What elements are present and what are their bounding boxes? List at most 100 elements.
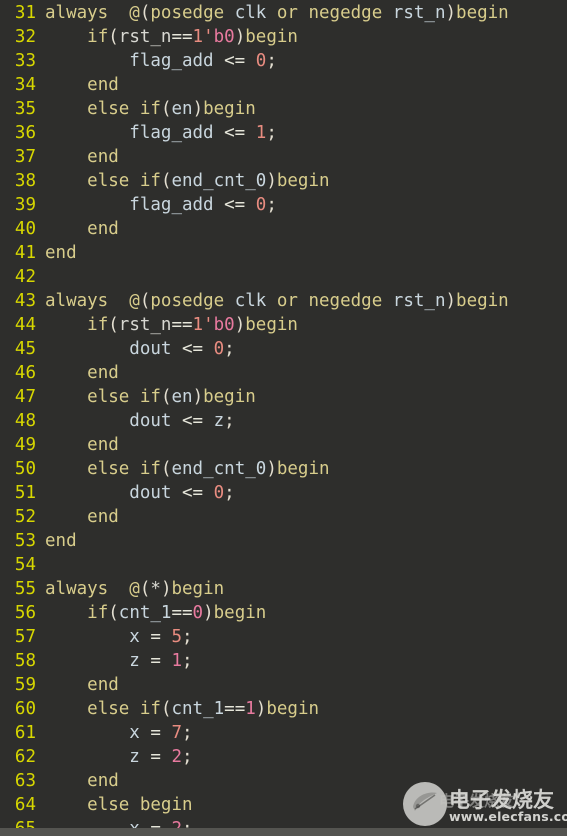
code-line[interactable]: 38 else if(end_cnt_0)begin — [0, 169, 567, 193]
code-line[interactable]: 53 end — [0, 529, 567, 553]
line-content[interactable]: if(cnt_1==0)begin — [36, 601, 266, 625]
code-token: ; — [224, 339, 235, 359]
code-line[interactable]: 48 dout <= z; — [0, 409, 567, 433]
code-token: end — [87, 75, 119, 95]
code-token: 1' — [192, 315, 214, 335]
code-token: ; — [224, 483, 235, 503]
code-token: 2 — [171, 747, 183, 767]
line-number: 50 — [14, 459, 36, 479]
code-line[interactable]: 52 end — [0, 505, 567, 529]
code-line[interactable]: 39 flag_add <= 0; — [0, 193, 567, 217]
line-number: 58 — [14, 651, 36, 671]
line-content[interactable]: dout <= z; — [36, 409, 235, 433]
line-content[interactable]: else if(end_cnt_0)begin — [36, 457, 329, 481]
line-content[interactable]: end — [36, 73, 119, 97]
line-content[interactable]: end — [36, 361, 119, 385]
line-content[interactable]: end — [36, 145, 119, 169]
code-token: rst_n — [118, 27, 172, 47]
line-content[interactable]: end — [36, 433, 119, 457]
code-line[interactable]: 59 end — [0, 673, 567, 697]
line-content[interactable]: if(rst_n==1'b0)begin — [36, 313, 298, 337]
line-content[interactable]: if(rst_n==1'b0)begin — [36, 25, 298, 49]
code-token: ( — [160, 387, 172, 407]
line-content[interactable]: end — [36, 241, 77, 265]
code-token: end — [87, 675, 119, 695]
code-line[interactable]: 56 if(cnt_1==0)begin — [0, 601, 567, 625]
code-line[interactable]: 32 if(rst_n==1'b0)begin — [0, 25, 567, 49]
code-line[interactable]: 54 — [0, 553, 567, 577]
code-token: posedge — [150, 291, 225, 311]
code-line[interactable]: 51 dout <= 0; — [0, 481, 567, 505]
line-content[interactable]: flag_add <= 0; — [36, 49, 277, 73]
code-line[interactable]: 41 end — [0, 241, 567, 265]
code-token: ) — [160, 579, 172, 599]
code-token: ( — [139, 291, 151, 311]
code-token: begin — [245, 27, 298, 47]
line-content[interactable]: else if(en)begin — [36, 385, 256, 409]
line-content[interactable]: else if(end_cnt_0)begin — [36, 169, 329, 193]
code-token: ; — [224, 411, 235, 431]
code-line[interactable]: 37 end — [0, 145, 567, 169]
code-token: ) — [192, 387, 204, 407]
code-line[interactable]: 44 if(rst_n==1'b0)begin — [0, 313, 567, 337]
code-line[interactable]: 46 end — [0, 361, 567, 385]
code-token: <= — [224, 51, 246, 71]
line-content[interactable]: always @(posedge clk or negedge rst_n)be… — [36, 1, 509, 25]
code-line[interactable]: 31 always @(posedge clk or negedge rst_n)… — [0, 1, 567, 25]
line-content[interactable]: else if(cnt_1==1)begin — [36, 697, 319, 721]
line-content[interactable]: always @(posedge clk or negedge rst_n)be… — [36, 289, 509, 313]
line-content[interactable]: end — [36, 673, 119, 697]
code-token: dout — [129, 339, 172, 359]
code-line[interactable]: 58 z = 1; — [0, 649, 567, 673]
line-content[interactable]: dout <= 0; — [36, 481, 235, 505]
line-content[interactable]: end — [36, 529, 77, 553]
line-content[interactable]: dout <= 0; — [36, 337, 235, 361]
line-content[interactable]: z = 2; — [36, 745, 192, 769]
code-line[interactable]: 62 z = 2; — [0, 745, 567, 769]
line-content[interactable]: end — [36, 505, 119, 529]
code-line[interactable]: 55 always @(*)begin — [0, 577, 567, 601]
code-line[interactable]: 40 end — [0, 217, 567, 241]
code-line[interactable]: 33 flag_add <= 0; — [0, 49, 567, 73]
code-line[interactable]: 36 flag_add <= 1; — [0, 121, 567, 145]
code-line[interactable]: 50 else if(end_cnt_0)begin — [0, 457, 567, 481]
line-content[interactable]: else if(en)begin — [36, 97, 256, 121]
code-line[interactable]: 57 x = 5; — [0, 625, 567, 649]
code-token: @ — [129, 579, 140, 599]
code-line[interactable]: 63 end — [0, 769, 567, 793]
code-line[interactable]: 49 end — [0, 433, 567, 457]
code-line[interactable]: 64 else begin — [0, 793, 567, 817]
code-token: negedge — [308, 3, 383, 23]
line-content[interactable]: always @(*)begin — [36, 577, 224, 601]
line-content[interactable]: x = 7; — [36, 721, 192, 745]
line-content[interactable]: z = 1; — [36, 649, 192, 673]
line-content[interactable]: x = 5; — [36, 625, 192, 649]
code-line[interactable]: 42 — [0, 265, 567, 289]
line-content[interactable]: flag_add <= 1; — [36, 121, 277, 145]
line-number: 53 — [14, 531, 36, 551]
line-content[interactable]: else begin — [36, 793, 192, 817]
code-line[interactable]: 61 x = 7; — [0, 721, 567, 745]
code-line[interactable]: 35 else if(en)begin — [0, 97, 567, 121]
line-content[interactable]: end — [36, 217, 119, 241]
line-content[interactable]: flag_add <= 0; — [36, 193, 277, 217]
code-token: * — [150, 579, 161, 599]
line-content[interactable]: end — [36, 769, 119, 793]
code-line[interactable]: 43 always @(posedge clk or negedge rst_n)… — [0, 289, 567, 313]
code-editor-viewport[interactable]: 31 always @(posedge clk or negedge rst_n)… — [0, 0, 567, 836]
code-token: begin — [203, 387, 256, 407]
code-line[interactable]: 47 else if(en)begin — [0, 385, 567, 409]
code-token: 1 — [245, 699, 256, 719]
code-line[interactable]: 34 end — [0, 73, 567, 97]
code-line[interactable]: 60 else if(cnt_1==1)begin — [0, 697, 567, 721]
code-line[interactable]: 45 dout <= 0; — [0, 337, 567, 361]
